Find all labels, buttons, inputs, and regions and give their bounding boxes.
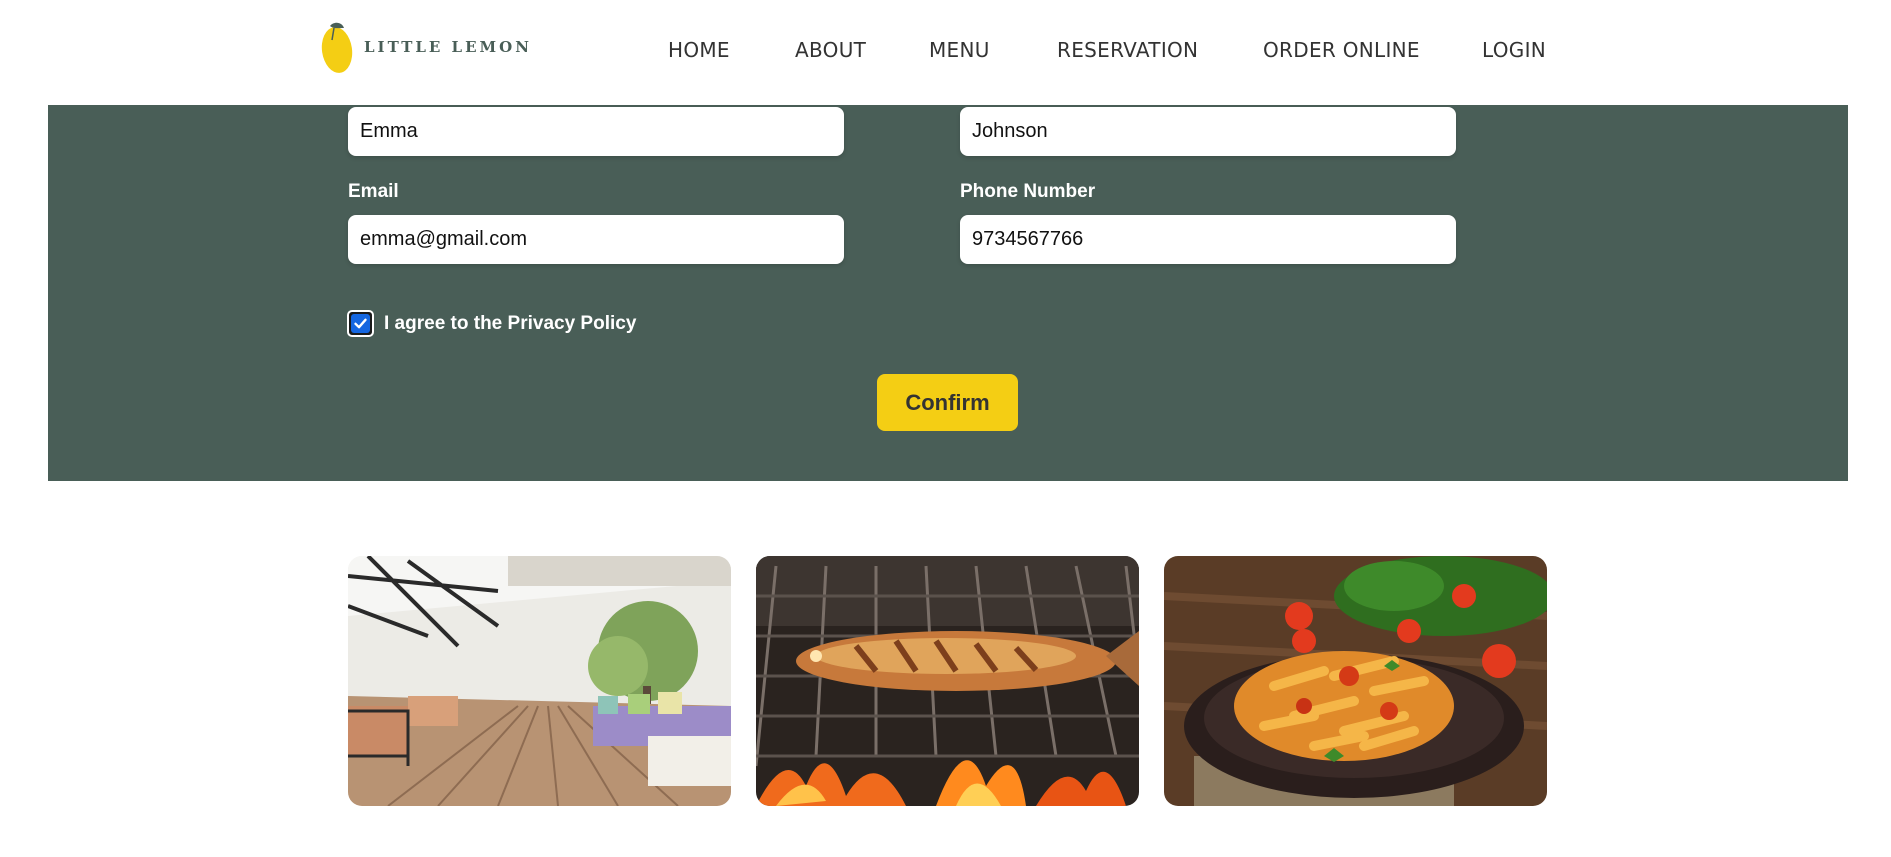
phone-label: Phone Number	[960, 181, 1096, 202]
confirm-button[interactable]: Confirm	[877, 374, 1018, 431]
last-name-input[interactable]	[960, 107, 1456, 156]
first-name-input[interactable]	[348, 107, 844, 156]
nav-reservation[interactable]: RESERVATION	[1057, 38, 1198, 62]
nav-about[interactable]: ABOUT	[795, 38, 866, 62]
grilled-fish-image	[756, 556, 1139, 806]
privacy-policy-label[interactable]: I agree to the Privacy Policy	[384, 313, 636, 335]
privacy-checkbox[interactable]	[347, 310, 374, 337]
email-input[interactable]	[348, 215, 844, 264]
nav-menu[interactable]: MENU	[929, 38, 990, 62]
nav-order-online[interactable]: ORDER ONLINE	[1263, 38, 1420, 62]
checkmark-icon	[351, 314, 370, 333]
nav-login[interactable]: LOGIN	[1482, 38, 1546, 62]
phone-input[interactable]	[960, 215, 1456, 264]
restaurant-terrace-image	[348, 556, 731, 806]
nav-home[interactable]: HOME	[668, 38, 730, 62]
email-label: Email	[348, 181, 399, 202]
penne-pasta-image	[1164, 556, 1547, 806]
site-header: LITTLE LEMON HOME ABOUT MENU RESERVATION…	[0, 0, 1891, 105]
main-nav: HOME ABOUT MENU RESERVATION ORDER ONLINE…	[0, 38, 1891, 68]
